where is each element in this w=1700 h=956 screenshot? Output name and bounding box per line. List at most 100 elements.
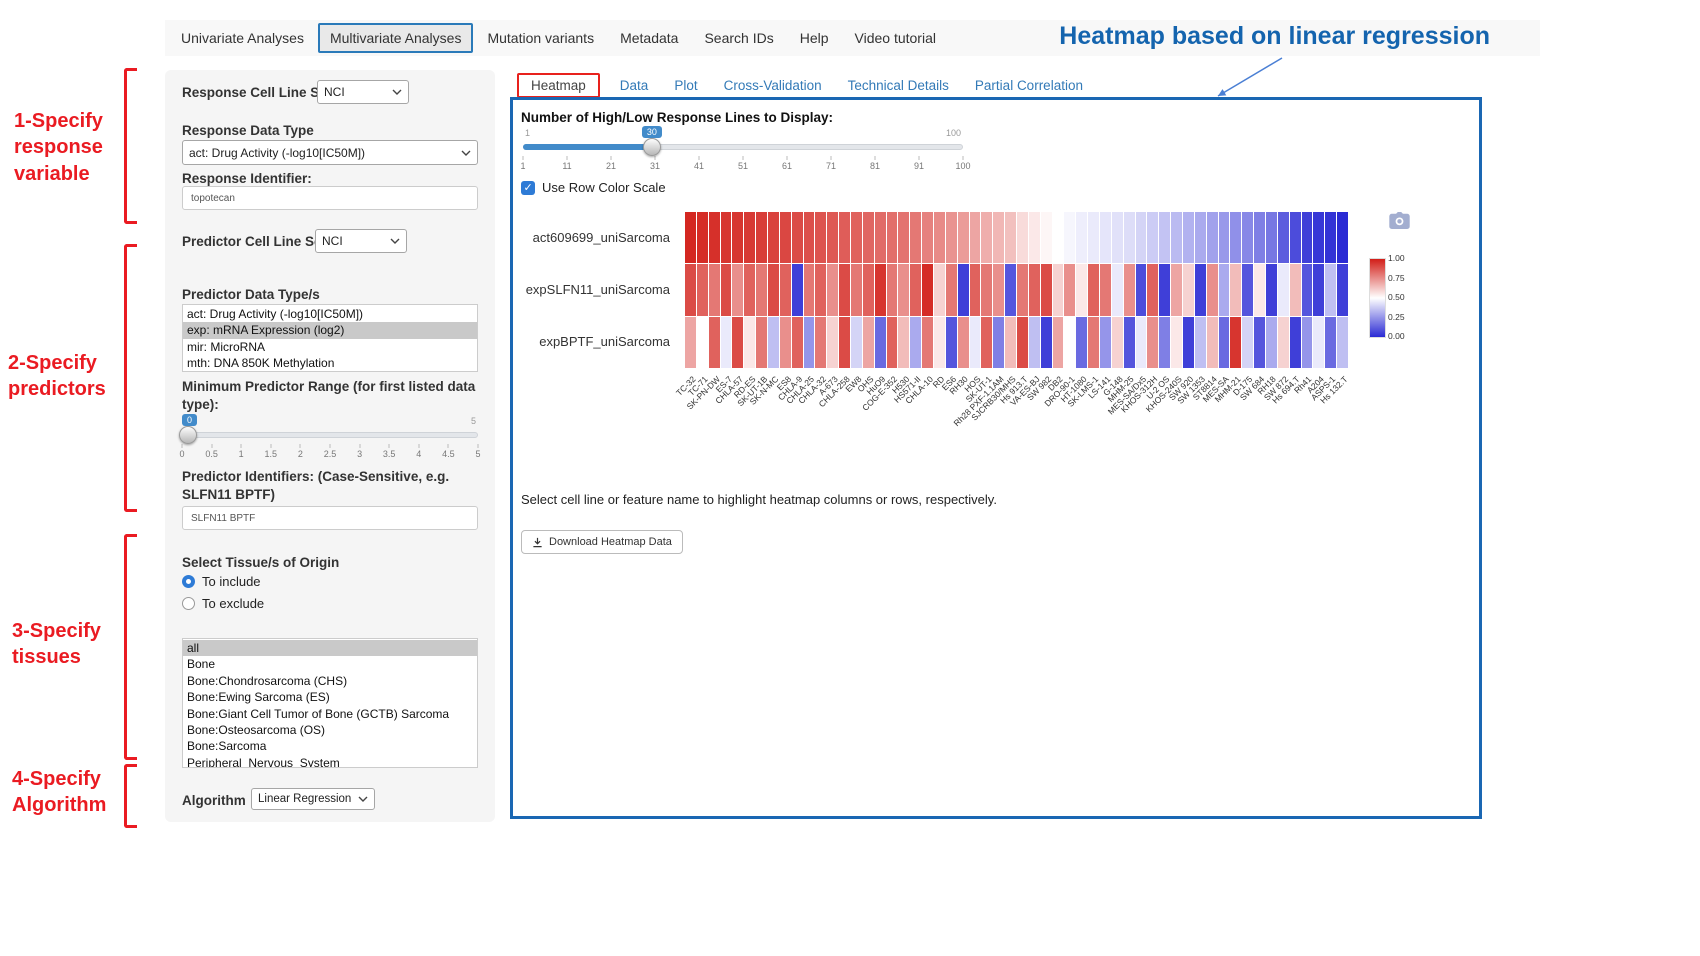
heatmap-cell[interactable] (970, 264, 981, 315)
row-color-scale-checkbox[interactable] (521, 181, 535, 195)
heatmap-cell[interactable] (768, 317, 779, 368)
heatmap-cell[interactable] (910, 317, 921, 368)
heatmap-cell[interactable] (1005, 264, 1016, 315)
heatmap-cell[interactable] (804, 317, 815, 368)
heatmap-cell[interactable] (1219, 317, 1230, 368)
heatmap-cell[interactable] (1230, 264, 1241, 315)
heatmap-cell[interactable] (863, 317, 874, 368)
heatmap-cell[interactable] (1017, 212, 1028, 263)
nav-tab-multivariate-analyses[interactable]: Multivariate Analyses (318, 23, 474, 53)
heatmap-cell[interactable] (1064, 264, 1075, 315)
heatmap-cell[interactable] (827, 264, 838, 315)
heatmap-cell[interactable] (993, 212, 1004, 263)
camera-icon[interactable] (1389, 212, 1410, 234)
heatmap-cell[interactable] (863, 212, 874, 263)
heatmap-cell[interactable] (1017, 264, 1028, 315)
heatmap-cell[interactable] (1124, 264, 1135, 315)
tab-data[interactable]: Data (614, 74, 655, 97)
heatmap-cell[interactable] (1100, 264, 1111, 315)
heatmap-cell[interactable] (721, 317, 732, 368)
heatmap-cell[interactable] (922, 317, 933, 368)
heatmap-cell[interactable] (934, 317, 945, 368)
heatmap-cell[interactable] (1325, 264, 1336, 315)
heatmap-cell[interactable] (756, 212, 767, 263)
heatmap-cell[interactable] (1195, 264, 1206, 315)
heatmap-cell[interactable] (1230, 212, 1241, 263)
heatmap-cell[interactable] (685, 264, 696, 315)
nav-tab-video-tutorial[interactable]: Video tutorial (843, 23, 948, 53)
heatmap-cell[interactable] (887, 317, 898, 368)
heatmap-cell[interactable] (1064, 317, 1075, 368)
heatmap-cell[interactable] (1136, 317, 1147, 368)
tissue-option[interactable]: Peripheral_Nervous_System (183, 755, 477, 768)
tab-partial-correlation[interactable]: Partial Correlation (969, 74, 1089, 97)
heatmap-cell[interactable] (709, 212, 720, 263)
heatmap-cell[interactable] (827, 212, 838, 263)
heatmap-cell[interactable] (1230, 317, 1241, 368)
tissue-option[interactable]: Bone (183, 656, 477, 672)
heatmap-cell[interactable] (815, 264, 826, 315)
heatmap-cell[interactable] (815, 212, 826, 263)
heatmap-cell[interactable] (1302, 264, 1313, 315)
heatmap-cell[interactable] (1278, 264, 1289, 315)
heatmap-cell[interactable] (732, 212, 743, 263)
heatmap-cell[interactable] (1053, 212, 1064, 263)
heatmap-cell[interactable] (981, 212, 992, 263)
heatmap-row-label[interactable]: act609699_uniSarcoma (513, 212, 679, 264)
heatmap-cell[interactable] (1029, 212, 1040, 263)
heatmap-cell[interactable] (1112, 317, 1123, 368)
predictor-data-type-option[interactable]: act: Drug Activity (-log10[IC50M]) (183, 306, 477, 322)
heatmap-cell[interactable] (732, 317, 743, 368)
heatmap-cell[interactable] (780, 317, 791, 368)
heatmap-cell[interactable] (721, 264, 732, 315)
heatmap-cell[interactable] (756, 317, 767, 368)
heatmap-cell[interactable] (697, 317, 708, 368)
tissue-option[interactable]: all (183, 640, 477, 656)
to-exclude-radio[interactable] (182, 597, 195, 610)
heatmap-cell[interactable] (1313, 264, 1324, 315)
heatmap-cell[interactable] (1183, 317, 1194, 368)
heatmap-cell[interactable] (804, 212, 815, 263)
heatmap-cell[interactable] (839, 317, 850, 368)
heatmap-cell[interactable] (1029, 264, 1040, 315)
to-include-radio[interactable] (182, 575, 195, 588)
heatmap-cell[interactable] (970, 212, 981, 263)
heatmap-cell[interactable] (1207, 264, 1218, 315)
heatmap-cell[interactable] (1053, 317, 1064, 368)
heatmap-cell[interactable] (1147, 317, 1158, 368)
heatmap-cell[interactable] (981, 317, 992, 368)
nav-tab-mutation-variants[interactable]: Mutation variants (475, 23, 606, 53)
heatmap-cell[interactable] (685, 212, 696, 263)
heatmap-cell[interactable] (875, 264, 886, 315)
heatmap-cell[interactable] (946, 212, 957, 263)
heatmap-cell[interactable] (1136, 212, 1147, 263)
heatmap-cell[interactable] (1254, 212, 1265, 263)
heatmap-cell[interactable] (887, 264, 898, 315)
heatmap-cell[interactable] (1147, 264, 1158, 315)
tissue-option[interactable]: Bone:Giant Cell Tumor of Bone (GCTB) Sar… (183, 706, 477, 722)
heatmap-cell[interactable] (1041, 264, 1052, 315)
heatmap-cell[interactable] (1290, 317, 1301, 368)
heatmap-cell[interactable] (815, 317, 826, 368)
heatmap-cell[interactable] (768, 264, 779, 315)
heatmap-cell[interactable] (768, 212, 779, 263)
heatmap-cell[interactable] (863, 264, 874, 315)
predictor-identifiers-input[interactable] (182, 506, 478, 530)
heatmap-cell[interactable] (898, 317, 909, 368)
heatmap-cell[interactable] (792, 317, 803, 368)
heatmap-cell[interactable] (1124, 212, 1135, 263)
heatmap-cell[interactable] (922, 212, 933, 263)
heatmap-cell[interactable] (1183, 264, 1194, 315)
heatmap-cell[interactable] (1053, 264, 1064, 315)
heatmap-cell[interactable] (1147, 212, 1158, 263)
slider-handle[interactable] (179, 426, 197, 444)
heatmap-cell[interactable] (804, 264, 815, 315)
heatmap-cell[interactable] (1159, 212, 1170, 263)
row-color-scale-row[interactable]: Use Row Color Scale (521, 180, 666, 195)
heatmap-cell[interactable] (1136, 264, 1147, 315)
tissue-exclude-radio-row[interactable]: To exclude (182, 596, 264, 611)
heatmap-cell[interactable] (1207, 212, 1218, 263)
heatmap-cell[interactable] (1171, 212, 1182, 263)
heatmap-cell[interactable] (993, 317, 1004, 368)
heatmap-cell[interactable] (1100, 212, 1111, 263)
